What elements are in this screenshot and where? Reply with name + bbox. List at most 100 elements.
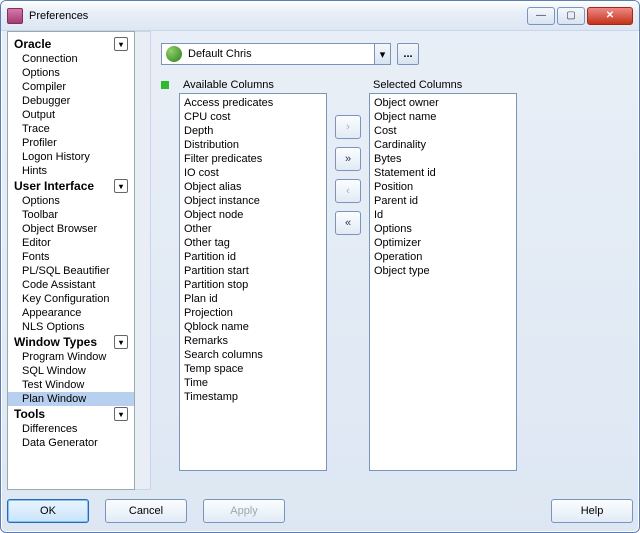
list-item[interactable]: Search columns: [184, 348, 322, 362]
nav-category[interactable]: User Interface ▾: [8, 178, 134, 194]
list-item[interactable]: Time: [184, 376, 322, 390]
list-item[interactable]: Qblock name: [184, 320, 322, 334]
apply-button[interactable]: Apply: [203, 499, 285, 523]
nav-item[interactable]: Program Window: [8, 350, 134, 364]
nav-category[interactable]: Tools ▾: [8, 406, 134, 422]
move-left-button[interactable]: ‹: [335, 179, 361, 203]
list-item[interactable]: Remarks: [184, 334, 322, 348]
list-item[interactable]: Statement id: [374, 166, 512, 180]
maximize-button[interactable]: ▢: [557, 7, 585, 25]
nav-item[interactable]: Logon History: [8, 150, 134, 164]
list-item[interactable]: Access predicates: [184, 96, 322, 110]
nav-item[interactable]: Output: [8, 108, 134, 122]
nav-item[interactable]: Data Generator: [8, 436, 134, 450]
list-item[interactable]: CPU cost: [184, 110, 322, 124]
nav-item[interactable]: Fonts: [8, 250, 134, 264]
nav-item[interactable]: Profiler: [8, 136, 134, 150]
close-button[interactable]: ✕: [587, 7, 633, 25]
list-item[interactable]: Temp space: [184, 362, 322, 376]
nav-item[interactable]: Options: [8, 194, 134, 208]
nav-item[interactable]: Trace: [8, 122, 134, 136]
nav-item[interactable]: Code Assistant: [8, 278, 134, 292]
move-right-button[interactable]: ›: [335, 115, 361, 139]
list-item[interactable]: Options: [374, 222, 512, 236]
list-item[interactable]: Bytes: [374, 152, 512, 166]
nav-item[interactable]: Editor: [8, 236, 134, 250]
nav-item[interactable]: Test Window: [8, 378, 134, 392]
columns-area: Available Columns Access predicatesCPU c…: [179, 79, 517, 471]
nav-item[interactable]: NLS Options: [8, 320, 134, 334]
list-item[interactable]: Partition start: [184, 264, 322, 278]
nav-category[interactable]: Window Types▾: [8, 334, 134, 350]
main-panel: Default Chris ▾ ... Available Columns Ac…: [151, 31, 633, 490]
list-item[interactable]: Operation: [374, 250, 512, 264]
list-item[interactable]: Other tag: [184, 236, 322, 250]
nav-category-label: Tools: [14, 407, 45, 421]
nav-item[interactable]: PL/SQL Beautifier: [8, 264, 134, 278]
list-item[interactable]: Projection: [184, 306, 322, 320]
list-item[interactable]: Object name: [374, 110, 512, 124]
profile-row: Default Chris ▾ ...: [161, 43, 625, 65]
ok-button[interactable]: OK: [7, 499, 89, 523]
list-item[interactable]: Object type: [374, 264, 512, 278]
minimize-button[interactable]: —: [527, 7, 555, 25]
list-item[interactable]: Object node: [184, 208, 322, 222]
nav-item[interactable]: Object Browser: [8, 222, 134, 236]
list-item[interactable]: Position: [374, 180, 512, 194]
status-indicator: [161, 81, 169, 89]
move-all-left-button[interactable]: «: [335, 211, 361, 235]
nav-item[interactable]: Toolbar: [8, 208, 134, 222]
list-item[interactable]: Cost: [374, 124, 512, 138]
nav-category-label: User Interface: [14, 179, 94, 193]
nav-item[interactable]: SQL Window: [8, 364, 134, 378]
body: Oracle▾ConnectionOptionsCompilerDebugger…: [7, 31, 633, 490]
list-item[interactable]: Filter predicates: [184, 152, 322, 166]
nav-item[interactable]: Key Configuration: [8, 292, 134, 306]
chevron-down-icon[interactable]: ▾: [114, 407, 128, 421]
list-item[interactable]: Id: [374, 208, 512, 222]
chevron-down-icon[interactable]: ▾: [114, 335, 128, 349]
profile-more-button[interactable]: ...: [397, 43, 419, 65]
chevron-down-icon[interactable]: ▾: [114, 179, 128, 193]
list-item[interactable]: Parent id: [374, 194, 512, 208]
nav-category[interactable]: Oracle ▾: [8, 36, 134, 52]
list-item[interactable]: Other: [184, 222, 322, 236]
move-buttons: › » ‹ «: [335, 115, 361, 235]
move-all-right-button[interactable]: »: [335, 147, 361, 171]
nav-item[interactable]: Compiler: [8, 80, 134, 94]
titlebar: Preferences — ▢ ✕: [1, 1, 639, 31]
nav-item[interactable]: Plan Window: [8, 392, 134, 406]
list-item[interactable]: Partition stop: [184, 278, 322, 292]
window: Preferences — ▢ ✕ Oracle▾ConnectionOptio…: [0, 0, 640, 533]
list-item[interactable]: IO cost: [184, 166, 322, 180]
nav-item[interactable]: Connection: [8, 52, 134, 66]
window-buttons: — ▢ ✕: [527, 7, 633, 25]
list-item[interactable]: Object owner: [374, 96, 512, 110]
nav-item[interactable]: Appearance: [8, 306, 134, 320]
list-item[interactable]: Cardinality: [374, 138, 512, 152]
list-item[interactable]: Plan id: [184, 292, 322, 306]
cancel-button[interactable]: Cancel: [105, 499, 187, 523]
available-columns-label: Available Columns: [183, 79, 327, 91]
nav-item[interactable]: Differences: [8, 422, 134, 436]
nav-category-label: Oracle: [14, 37, 51, 51]
nav-item[interactable]: Options: [8, 66, 134, 80]
help-button[interactable]: Help: [551, 499, 633, 523]
chevron-down-icon[interactable]: ▾: [114, 37, 128, 51]
list-item[interactable]: Object alias: [184, 180, 322, 194]
list-item[interactable]: Object instance: [184, 194, 322, 208]
profile-select[interactable]: Default Chris ▾: [161, 43, 391, 65]
nav-scrollbar[interactable]: [135, 31, 151, 490]
list-item[interactable]: Timestamp: [184, 390, 322, 404]
list-item[interactable]: Optimizer: [374, 236, 512, 250]
nav-tree[interactable]: Oracle▾ConnectionOptionsCompilerDebugger…: [7, 31, 135, 490]
nav-item[interactable]: Hints: [8, 164, 134, 178]
available-columns-list[interactable]: Access predicatesCPU costDepthDistributi…: [179, 93, 327, 471]
list-item[interactable]: Partition id: [184, 250, 322, 264]
list-item[interactable]: Distribution: [184, 138, 322, 152]
app-icon: [7, 8, 23, 24]
selected-columns-list[interactable]: Object ownerObject nameCostCardinalityBy…: [369, 93, 517, 471]
list-item[interactable]: Depth: [184, 124, 322, 138]
nav-item[interactable]: Debugger: [8, 94, 134, 108]
chevron-down-icon[interactable]: ▾: [374, 44, 390, 64]
